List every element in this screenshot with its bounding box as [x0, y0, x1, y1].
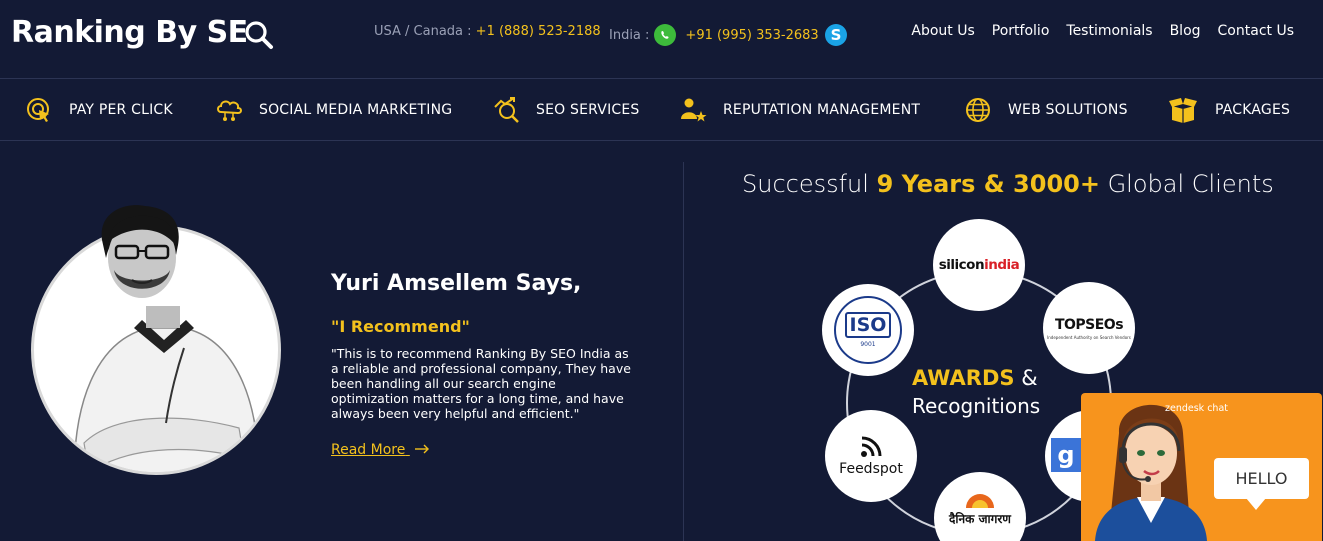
awards-title-suffix: Global Clients [1099, 170, 1274, 198]
arrow-right-icon [414, 444, 429, 454]
chat-avatar [1095, 404, 1207, 541]
badge-feedspot[interactable]: Feedspot [825, 410, 917, 502]
nav-blog[interactable]: Blog [1170, 23, 1201, 39]
awards-center-label: AWARDS & Recognitions [912, 366, 1040, 418]
top-navigation: About Us Portfolio Testimonials Blog Con… [911, 23, 1294, 39]
logo-text: Ranking By SE [11, 14, 248, 50]
service-label: PAY PER CLICK [69, 102, 173, 118]
read-more-label: Read More [331, 442, 406, 458]
awards-bold: AWARDS [912, 366, 1015, 390]
testimonial-headline: "I Recommend" [331, 317, 470, 336]
badge-dainik-text: दैनिक जागरण [949, 512, 1011, 526]
service-label: SEO SERVICES [536, 102, 640, 118]
contact-usa: USA / Canada : +1 (888) 523-2188 [374, 24, 601, 39]
badge-iso-number: 9001 [860, 341, 876, 348]
badge-google-text: g [1051, 438, 1081, 472]
nav-testimonials[interactable]: Testimonials [1066, 23, 1152, 39]
awards-sub: Recognitions [912, 394, 1041, 418]
nav-about-us[interactable]: About Us [911, 23, 974, 39]
skype-icon[interactable]: S [825, 24, 847, 46]
service-reputation-management[interactable]: REPUTATION MANAGEMENT [677, 94, 920, 126]
section-divider [683, 162, 684, 541]
contact-usa-label: USA / Canada : [374, 24, 476, 39]
person-star-icon [677, 94, 709, 126]
contact-india-label: India : [609, 27, 650, 43]
site-logo[interactable]: Ranking By SE [11, 14, 274, 50]
service-packages[interactable]: PACKAGES [1167, 94, 1290, 126]
badge-feedspot-text: Feedspot [839, 460, 903, 477]
rss-icon [861, 436, 882, 457]
magnifier-logo-icon [245, 21, 273, 49]
nav-portfolio[interactable]: Portfolio [992, 23, 1050, 39]
service-seo-services[interactable]: SEO SERVICES [491, 94, 640, 126]
awards-title-prefix: Successful [742, 170, 877, 198]
chat-greeting: HELLO [1235, 469, 1288, 488]
service-web-solutions[interactable]: WEB SOLUTIONS [962, 94, 1128, 126]
globe-icon [962, 94, 994, 126]
badge-iso[interactable]: ISO 9001 [822, 284, 914, 376]
badge-topseos[interactable]: TOPSEOs Independent Authority on Search … [1043, 282, 1135, 374]
badge-silicon-text: silicon [938, 257, 985, 273]
badge-siliconindia[interactable]: siliconindia [933, 219, 1025, 311]
awards-amp: & [1014, 366, 1038, 390]
person-head [101, 205, 179, 298]
nav-contact-us[interactable]: Contact Us [1218, 23, 1294, 39]
badge-iso-text: ISO [844, 312, 892, 338]
open-box-icon [1167, 94, 1199, 126]
testimonial-author: Yuri Amsellem Says, [331, 271, 582, 296]
badge-india-text: india [984, 257, 1020, 273]
whatsapp-icon[interactable] [654, 24, 677, 46]
sun-logo-icon [966, 494, 994, 508]
awards-title-highlight: 9 Years & 3000+ [876, 170, 1100, 198]
services-bar: PAY PER CLICK SOCIAL MEDIA MARKETING SEO… [0, 80, 1323, 141]
seo-chart-search-icon [491, 94, 523, 126]
chat-brand: zendesk chat [1165, 403, 1228, 414]
chat-widget[interactable]: zendesk chat HELLO [1081, 393, 1322, 541]
testimonial-quote: "This is to recommend Ranking By SEO Ind… [331, 346, 631, 421]
read-more-link[interactable]: Read More [331, 442, 430, 458]
service-social-media-marketing[interactable]: SOCIAL MEDIA MARKETING [213, 94, 452, 126]
badge-topseos-text: TOPSEOs [1054, 316, 1124, 333]
service-pay-per-click[interactable]: PAY PER CLICK [23, 94, 173, 126]
service-label: WEB SOLUTIONS [1008, 102, 1128, 118]
awards-title: Successful 9 Years & 3000+ Global Client… [742, 170, 1274, 198]
cloud-network-icon [213, 94, 245, 126]
badge-topseos-sub: Independent Authority on Search Vendors [1047, 334, 1131, 340]
contact-usa-phone[interactable]: +1 (888) 523-2188 [476, 24, 601, 39]
contact-india-phone[interactable]: +91 (995) 353-2683 [685, 28, 818, 43]
service-label: PACKAGES [1215, 102, 1291, 118]
service-label: REPUTATION MANAGEMENT [723, 102, 921, 118]
target-click-icon [23, 94, 55, 126]
chat-greeting-bubble[interactable]: HELLO [1214, 458, 1309, 499]
chat-bubble-tail [1246, 498, 1266, 510]
top-header: Ranking By SE USA / Canada : +1 (888) 52… [0, 0, 1323, 79]
contact-india: India : +91 (995) 353-2683 [609, 24, 819, 46]
service-label: SOCIAL MEDIA MARKETING [259, 102, 453, 118]
